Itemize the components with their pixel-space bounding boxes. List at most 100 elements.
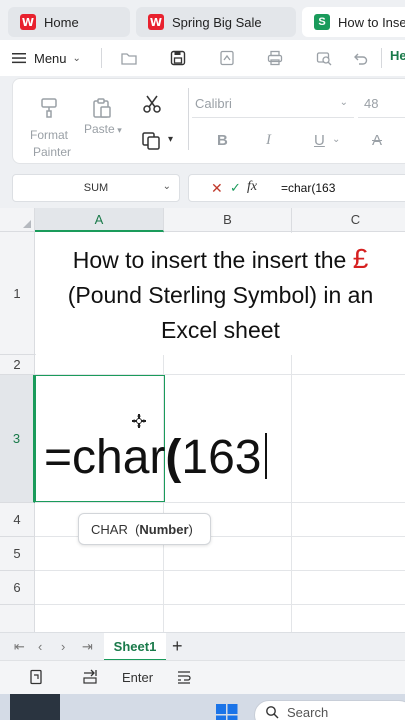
chevron-down-icon[interactable]: ⌄ — [332, 134, 340, 145]
tab-spring-big-sale[interactable]: W Spring Big Sale — [136, 7, 296, 37]
undo-icon[interactable] — [351, 49, 369, 67]
bottom-action-bar: Enter — [0, 660, 405, 694]
format-painter-label: Painter — [33, 145, 72, 159]
document-icon[interactable] — [28, 669, 44, 685]
chevron-down-icon: ⌄ — [339, 97, 348, 108]
cell-a1-merged-title[interactable]: How to insert the insert the £ (Pound St… — [36, 233, 405, 355]
sheet-tab-sheet1[interactable]: Sheet1 — [104, 633, 166, 661]
export-pdf-icon[interactable] — [218, 49, 236, 67]
name-box[interactable]: SUM ⌄ — [12, 174, 180, 202]
cut-icon[interactable] — [142, 94, 162, 114]
print-preview-icon[interactable] — [315, 49, 333, 67]
row-header[interactable] — [0, 605, 35, 632]
paste-label: Paste — [84, 122, 115, 136]
enter-button[interactable]: Enter — [122, 670, 153, 685]
row-header-4[interactable]: 4 — [0, 503, 35, 537]
toolbar-separator — [381, 48, 382, 68]
font-size-select[interactable]: 48 — [358, 90, 405, 118]
underline-button[interactable]: U — [314, 132, 325, 149]
save-icon[interactable] — [169, 49, 187, 67]
toolbar-separator — [101, 48, 102, 68]
row-header-5[interactable]: 5 — [0, 537, 35, 571]
print-icon[interactable] — [266, 49, 284, 67]
search-icon — [266, 706, 279, 719]
menu-label: Menu — [34, 50, 67, 66]
name-box-value: SUM — [83, 182, 109, 194]
function-argument[interactable]: Number — [139, 522, 188, 537]
hamburger-icon — [12, 53, 26, 64]
wps-logo-icon: W — [148, 14, 164, 30]
gridline — [35, 570, 405, 571]
row-header-6[interactable]: 6 — [0, 571, 35, 605]
move-cursor-icon — [132, 414, 146, 428]
gridline — [35, 502, 405, 503]
copy-icon[interactable] — [141, 131, 161, 151]
browser-tab-bar: W Home W Spring Big Sale S How to Insert — [0, 0, 405, 40]
function-name: CHAR — [91, 521, 128, 537]
column-header-b[interactable]: B — [164, 208, 292, 232]
formula-argument: 163 — [181, 431, 262, 484]
spreadsheet-logo-icon: S — [314, 14, 330, 30]
menu-toolbar: Menu ⌄ — [0, 40, 405, 76]
formula-text: =char(163 — [281, 181, 336, 195]
strikethrough-button[interactable]: A — [372, 132, 382, 149]
column-header-c[interactable]: C — [292, 208, 405, 232]
chevron-down-icon: ⌄ — [162, 181, 171, 192]
cell-a3-editing-text[interactable]: =char(163 — [44, 430, 267, 486]
formula-prefix: =char — [44, 431, 166, 484]
bold-button[interactable]: B — [217, 132, 228, 149]
title-line: Excel sheet — [161, 316, 280, 343]
first-sheet-icon[interactable]: ⇤ — [14, 639, 25, 655]
menu-button[interactable]: Menu ⌄ — [12, 51, 81, 66]
pound-symbol: £ — [352, 242, 369, 274]
function-hint-tooltip: CHAR (Number) — [78, 513, 211, 545]
ribbon-separator — [188, 88, 189, 150]
chevron-down-icon: ⌄ — [72, 52, 81, 64]
next-sheet-icon[interactable]: › — [61, 639, 65, 654]
search-label: Search — [287, 704, 329, 720]
wrap-text-icon[interactable] — [176, 669, 192, 685]
spreadsheet-grid[interactable]: A B C 1 2 3 4 5 6 How to insert the inse… — [0, 208, 405, 632]
title-line: (Pound Sterling Symbol) in an — [67, 281, 374, 308]
tab-how-to-insert-label: How to Insert — [338, 14, 405, 30]
taskbar-search[interactable]: Search — [254, 700, 405, 720]
tab-spring-big-sale-label: Spring Big Sale — [172, 14, 262, 30]
select-all-corner[interactable] — [0, 208, 35, 232]
last-sheet-icon[interactable]: ⇥ — [82, 639, 93, 655]
font-family-select[interactable]: Calibri ⌄ — [192, 90, 354, 118]
select-all-icon — [23, 220, 31, 228]
chevron-down-icon[interactable]: ▾ — [168, 134, 173, 145]
title-text: How to insert the insert the — [72, 246, 347, 273]
confirm-icon[interactable]: ✓ — [230, 180, 241, 196]
tab-home[interactable]: W Home — [8, 7, 130, 37]
open-folder-icon[interactable] — [120, 49, 138, 67]
format-painter-icon[interactable] — [38, 96, 62, 120]
paste-button[interactable]: Paste ▾ — [84, 122, 122, 136]
title-line: How to insert the insert the £ — [73, 241, 369, 278]
formula-paren: ( — [165, 431, 182, 484]
text-caret — [265, 433, 267, 479]
wps-logo-icon: W — [20, 14, 36, 30]
tab-key-icon[interactable] — [82, 669, 98, 685]
sheet-tab-bar: ⇤ ‹ › ⇥ Sheet1 + — [0, 632, 405, 661]
taskbar-app-thumbnail[interactable] — [10, 694, 60, 720]
tab-home-label: Home — [44, 14, 79, 30]
row-header-3[interactable]: 3 — [0, 375, 35, 503]
row-header-2[interactable]: 2 — [0, 355, 35, 375]
row-header-1[interactable]: 1 — [0, 232, 35, 355]
formula-input[interactable]: ✕ ✓ fx =char(163 — [188, 174, 405, 202]
column-header-a[interactable]: A — [35, 208, 164, 232]
cancel-icon[interactable]: ✕ — [211, 180, 223, 197]
gridline — [35, 604, 405, 605]
italic-button[interactable]: I — [266, 132, 271, 149]
font-size-value: 48 — [364, 96, 379, 111]
add-sheet-button[interactable]: + — [172, 636, 183, 657]
tab-home-ribbon[interactable]: He — [390, 48, 405, 63]
tab-how-to-insert[interactable]: S How to Insert — [302, 7, 405, 37]
insert-function-icon[interactable]: fx — [247, 179, 257, 195]
paste-icon[interactable] — [90, 96, 114, 120]
format-painter-label: Format — [30, 128, 69, 142]
function-paren: ) — [188, 521, 193, 537]
prev-sheet-icon[interactable]: ‹ — [38, 639, 42, 654]
windows-start-icon[interactable] — [216, 704, 238, 720]
